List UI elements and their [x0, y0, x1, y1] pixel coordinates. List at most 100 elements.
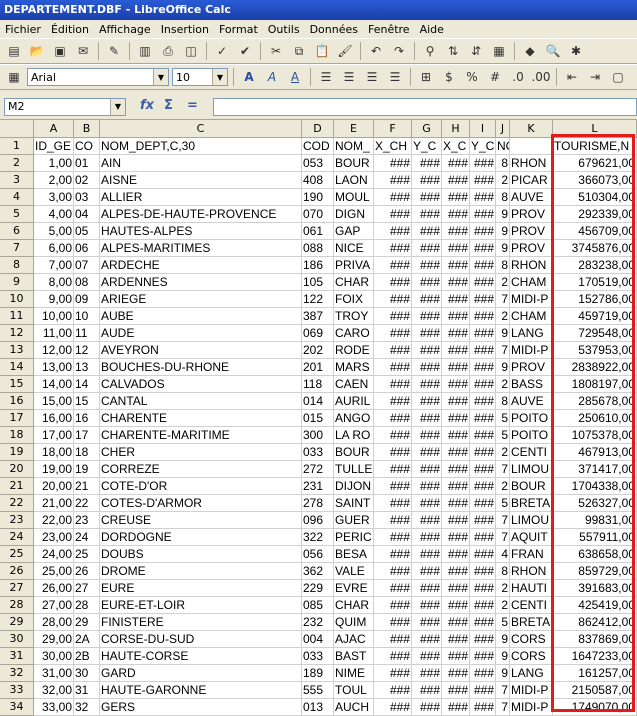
table-cell[interactable]: ### [470, 206, 496, 223]
row-header[interactable]: 9 [0, 274, 34, 291]
table-cell[interactable]: AURIL [334, 393, 374, 410]
email-icon[interactable]: ✉ [73, 41, 93, 61]
table-cell[interactable]: ### [412, 393, 442, 410]
table-cell[interactable]: 3,00 [34, 189, 74, 206]
table-cell[interactable]: HAUTI [510, 580, 553, 597]
table-cell[interactable]: CORS [510, 631, 553, 648]
table-cell[interactable]: 015 [302, 410, 334, 427]
table-cell[interactable]: ### [442, 393, 470, 410]
table-cell[interactable]: FINISTERE [100, 614, 302, 631]
table-cell[interactable]: ### [374, 546, 412, 563]
hyperlink-icon[interactable]: ⚲ [420, 41, 440, 61]
delete-decimal-icon[interactable]: .00 [531, 67, 551, 87]
number-format-icon[interactable]: # [485, 67, 505, 87]
open-icon[interactable]: 📂 [27, 41, 47, 61]
table-cell[interactable]: VALE [334, 563, 374, 580]
table-cell[interactable]: 9 [496, 206, 510, 223]
table-cell[interactable]: ### [470, 478, 496, 495]
table-cell[interactable]: 061 [302, 223, 334, 240]
table-cell[interactable]: BASS [510, 376, 553, 393]
table-cell[interactable]: CANTAL [100, 393, 302, 410]
table-cell[interactable]: MIDI-P [510, 342, 553, 359]
table-cell[interactable]: 1075378,00 [553, 427, 637, 444]
table-cell[interactable]: ### [442, 257, 470, 274]
table-cell[interactable]: ### [470, 580, 496, 597]
table-cell[interactable]: 510304,00 [553, 189, 637, 206]
table-cell[interactable]: COTES-D'ARMOR [100, 495, 302, 512]
table-cell[interactable]: 9 [496, 648, 510, 665]
row-header[interactable]: 7 [0, 240, 34, 257]
table-cell[interactable]: ### [470, 631, 496, 648]
table-cell[interactable]: ### [374, 597, 412, 614]
table-cell[interactable]: ### [442, 240, 470, 257]
table-cell[interactable]: 24,00 [34, 546, 74, 563]
table-cell[interactable]: CAEN [334, 376, 374, 393]
table-cell[interactable]: 19,00 [34, 461, 74, 478]
table-cell[interactable]: COD [302, 138, 334, 155]
table-cell[interactable]: ### [374, 376, 412, 393]
table-cell[interactable]: 29 [74, 614, 100, 631]
table-cell[interactable]: 3745876,00 [553, 240, 637, 257]
align-right-icon[interactable]: ☰ [362, 67, 382, 87]
underline-icon[interactable]: A [285, 67, 305, 87]
table-cell[interactable]: ALPES-MARITIMES [100, 240, 302, 257]
table-cell[interactable]: ### [412, 155, 442, 172]
table-cell[interactable]: 31,00 [34, 665, 74, 682]
row-header[interactable]: 26 [0, 563, 34, 580]
table-cell[interactable]: 285678,00 [553, 393, 637, 410]
autospellcheck-icon[interactable]: ✔ [235, 41, 255, 61]
row-header[interactable]: 16 [0, 393, 34, 410]
table-cell[interactable]: AIN [100, 155, 302, 172]
table-cell[interactable]: ### [374, 291, 412, 308]
table-cell[interactable]: RHON [510, 155, 553, 172]
table-cell[interactable]: 278 [302, 495, 334, 512]
table-cell[interactable]: 7 [496, 529, 510, 546]
column-header[interactable]: J [496, 120, 510, 138]
table-cell[interactable]: HAUTES-ALPES [100, 223, 302, 240]
table-cell[interactable]: 391683,00 [553, 580, 637, 597]
table-cell[interactable]: 8 [496, 189, 510, 206]
table-cell[interactable]: ### [412, 444, 442, 461]
table-cell[interactable]: 070 [302, 206, 334, 223]
table-cell[interactable]: CORS [510, 648, 553, 665]
row-header[interactable]: 28 [0, 597, 34, 614]
table-cell[interactable]: FRAN [510, 546, 553, 563]
table-cell[interactable]: HAUTE-CORSE [100, 648, 302, 665]
table-cell[interactable]: ### [374, 206, 412, 223]
table-cell[interactable]: ### [412, 189, 442, 206]
table-cell[interactable]: CHAR [334, 274, 374, 291]
table-cell[interactable]: 26,00 [34, 580, 74, 597]
table-cell[interactable]: ### [470, 274, 496, 291]
table-cell[interactable]: AUCH [334, 699, 374, 716]
table-cell[interactable]: ### [470, 444, 496, 461]
table-cell[interactable]: PROV [510, 359, 553, 376]
currency-icon[interactable]: $ [439, 67, 459, 87]
table-cell[interactable]: 11,00 [34, 325, 74, 342]
table-cell[interactable]: 408 [302, 172, 334, 189]
table-cell[interactable]: 190 [302, 189, 334, 206]
row-header[interactable]: 20 [0, 461, 34, 478]
table-cell[interactable]: CHAM [510, 308, 553, 325]
spreadsheet-grid[interactable]: A B C D E F G H I J K L 1 ID_GE CO NOM_DEPT,C,30 COD NOM_… [0, 120, 637, 716]
font-size-combo[interactable]: 10 ▼ [172, 68, 228, 86]
table-cell[interactable]: 862412,00 [553, 614, 637, 631]
table-cell[interactable]: 2 [496, 444, 510, 461]
table-cell[interactable]: ### [412, 274, 442, 291]
row-header[interactable]: 13 [0, 342, 34, 359]
table-cell[interactable]: 9 [496, 665, 510, 682]
table-cell[interactable]: AUVE [510, 189, 553, 206]
table-cell[interactable]: ARIEGE [100, 291, 302, 308]
table-cell[interactable]: 7 [496, 291, 510, 308]
table-cell[interactable]: 7 [496, 682, 510, 699]
decrease-indent-icon[interactable]: ⇤ [562, 67, 582, 87]
table-cell[interactable]: EURE [100, 580, 302, 597]
table-cell[interactable]: 22,00 [34, 512, 74, 529]
table-cell[interactable]: ### [470, 325, 496, 342]
menu-item[interactable]: Affichage [94, 23, 156, 36]
table-cell[interactable]: 053 [302, 155, 334, 172]
table-cell[interactable]: ### [442, 172, 470, 189]
table-cell[interactable]: 16,00 [34, 410, 74, 427]
table-cell[interactable]: 15,00 [34, 393, 74, 410]
table-cell[interactable]: ### [442, 359, 470, 376]
table-cell[interactable]: BOUR [334, 444, 374, 461]
